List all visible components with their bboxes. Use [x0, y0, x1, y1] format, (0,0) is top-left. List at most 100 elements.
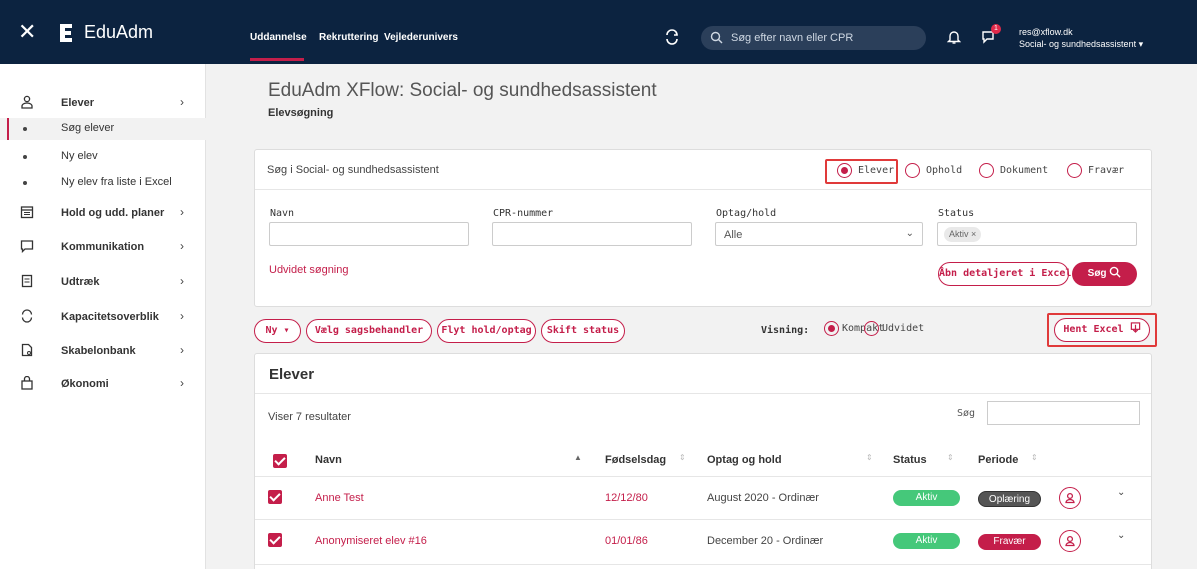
sidebar-subitem-label: Ny elev fra liste i Excel [61, 176, 172, 188]
results-search-field[interactable] [987, 401, 1140, 425]
status-badge: Aktiv [893, 533, 960, 549]
sidebar-item-label: Kapacitetsoverblik [61, 311, 159, 323]
sort-icon[interactable]: ⇕ [1031, 453, 1038, 462]
sort-icon[interactable]: ⇕ [679, 453, 686, 462]
optag-label: Optag/hold [716, 208, 777, 219]
sidebar-item-udtraek[interactable]: Udtræk › [0, 269, 206, 295]
sort-asc-icon[interactable]: ▲ [574, 453, 582, 462]
sidebar-item-kommunikation[interactable]: Kommunikation › [0, 234, 206, 260]
user-role-label: Social- og sundhedsassistent [1019, 39, 1137, 49]
sidebar-item-label: Kommunikation [61, 241, 145, 253]
row-checkbox[interactable] [268, 533, 282, 547]
search-button[interactable]: Søg [1072, 262, 1137, 286]
divider [255, 564, 1151, 565]
sidebar-subitem-soeg-elever[interactable]: Søg elever [0, 118, 206, 140]
status-multiselect[interactable]: Aktiv × [937, 222, 1137, 246]
cpr-label: CPR-nummer [493, 208, 554, 219]
move-hold-button[interactable]: Flyt hold/optag [437, 319, 536, 343]
sort-icon[interactable]: ⇕ [866, 453, 873, 462]
search-panel-title: Søg i Social- og sundhedsassistent [267, 164, 439, 176]
global-search[interactable] [701, 26, 926, 50]
close-icon[interactable]: ✕ [18, 21, 38, 43]
row-checkbox[interactable] [268, 490, 282, 504]
column-header-foedselsdag[interactable]: Fødselsdag [605, 454, 666, 466]
chevron-right-icon: › [180, 205, 184, 219]
get-excel-button[interactable]: Hent Excel [1054, 318, 1150, 342]
search-panel-header: Søg i Social- og sundhedsassistent Eleve… [255, 150, 1151, 190]
periode-badge: Fravær [978, 534, 1041, 550]
radio-unselected-icon [864, 321, 879, 336]
divider [255, 519, 1151, 520]
new-dropdown-button[interactable]: Ny ▾ [254, 319, 301, 343]
person-icon [1065, 535, 1075, 547]
cpr-input[interactable] [493, 223, 691, 245]
results-search-input[interactable] [988, 402, 1139, 424]
select-all-checkbox[interactable] [273, 454, 287, 468]
chevron-right-icon: › [180, 239, 184, 253]
column-header-status[interactable]: Status [893, 454, 927, 466]
search-button-label: Søg [1087, 268, 1107, 279]
search-icon [1110, 266, 1121, 278]
global-search-input[interactable] [731, 26, 921, 50]
column-header-periode[interactable]: Periode [978, 454, 1018, 466]
radio-selected-icon [837, 163, 852, 178]
radio-label: Ophold [926, 165, 963, 176]
tab-rekruttering[interactable]: Rekruttering [319, 32, 378, 43]
chevron-down-icon[interactable]: ⌄ [1117, 530, 1125, 541]
student-profile-button[interactable] [1059, 530, 1081, 552]
optag-select[interactable]: Alle ⌄ [715, 222, 923, 246]
chevron-right-icon: › [180, 376, 184, 390]
sidebar-item-skabelonbank[interactable]: Skabelonbank › [0, 338, 206, 364]
chevron-right-icon: › [180, 309, 184, 323]
cpr-field[interactable] [492, 222, 692, 246]
student-name-link[interactable]: Anne Test [315, 492, 364, 504]
search-icon [710, 31, 723, 44]
sidebar-item-elever[interactable]: Elever › [0, 90, 206, 116]
sidebar-item-oekonomi[interactable]: Økonomi › [0, 371, 206, 397]
advanced-search-link[interactable]: Udvidet søgning [269, 264, 349, 276]
view-label: Visning: [761, 325, 810, 336]
radio-label: Fravær [1088, 165, 1125, 176]
capacity-icon[interactable] [664, 29, 680, 45]
sidebar-item-kapacitetsoverblik[interactable]: Kapacitetsoverblik › [0, 304, 206, 330]
sidebar-subitem-ny-elev[interactable]: Ny elev [0, 146, 206, 168]
student-name-link[interactable]: Anonymiseret elev #16 [315, 535, 427, 547]
user-email[interactable]: res@xflow.dk [1019, 27, 1073, 37]
capacity-icon [21, 309, 33, 323]
person-icon [1065, 492, 1075, 504]
name-field[interactable] [269, 222, 469, 246]
radio-label: Udvidet [882, 323, 925, 334]
sidebar-item-label: Udtræk [61, 276, 100, 288]
tab-uddannelse[interactable]: Uddannelse [250, 32, 307, 43]
name-input[interactable] [270, 223, 468, 245]
radio-selected-icon [824, 321, 839, 336]
download-icon [1130, 322, 1140, 333]
student-profile-button[interactable] [1059, 487, 1081, 509]
sidebar-item-label: Økonomi [61, 378, 109, 390]
chevron-right-icon: › [180, 274, 184, 288]
column-header-optag[interactable]: Optag og hold [707, 454, 782, 466]
name-label: Navn [270, 208, 295, 219]
chevron-down-icon[interactable]: ⌄ [1117, 487, 1125, 498]
bell-icon[interactable] [947, 29, 961, 45]
status-tag-aktiv[interactable]: Aktiv × [944, 227, 982, 242]
chevron-right-icon: › [180, 95, 184, 109]
status-label: Status [938, 208, 975, 219]
optag-cell: August 2020 - Ordinær [707, 492, 819, 504]
bullet-icon [23, 181, 27, 185]
user-role-selector[interactable]: Social- og sundhedsassistent ▾ [1019, 39, 1143, 50]
chat-icon [20, 240, 34, 253]
sidebar-item-hold[interactable]: Hold og udd. planer › [0, 200, 206, 226]
search-panel: Søg i Social- og sundhedsassistent Eleve… [254, 149, 1152, 307]
chevron-right-icon: › [180, 343, 184, 357]
choose-case-worker-button[interactable]: Vælg sagsbehandler [306, 319, 432, 343]
sort-icon[interactable]: ⇕ [947, 453, 954, 462]
open-excel-detail-button[interactable]: Åbn detaljeret i Excel [938, 262, 1071, 286]
sidebar-subitem-ny-elev-excel[interactable]: Ny elev fra liste i Excel [0, 172, 206, 194]
column-header-navn[interactable]: Navn [315, 454, 342, 466]
sidebar-item-label: Hold og udd. planer [61, 207, 165, 219]
tab-vejlederunivers[interactable]: Vejlederunivers [384, 32, 458, 43]
change-status-button[interactable]: Skift status [541, 319, 625, 343]
notification-badge: 1 [991, 24, 1001, 34]
results-panel: Elever Viser 7 resultater Søg Navn ▲ Fød… [254, 353, 1152, 569]
